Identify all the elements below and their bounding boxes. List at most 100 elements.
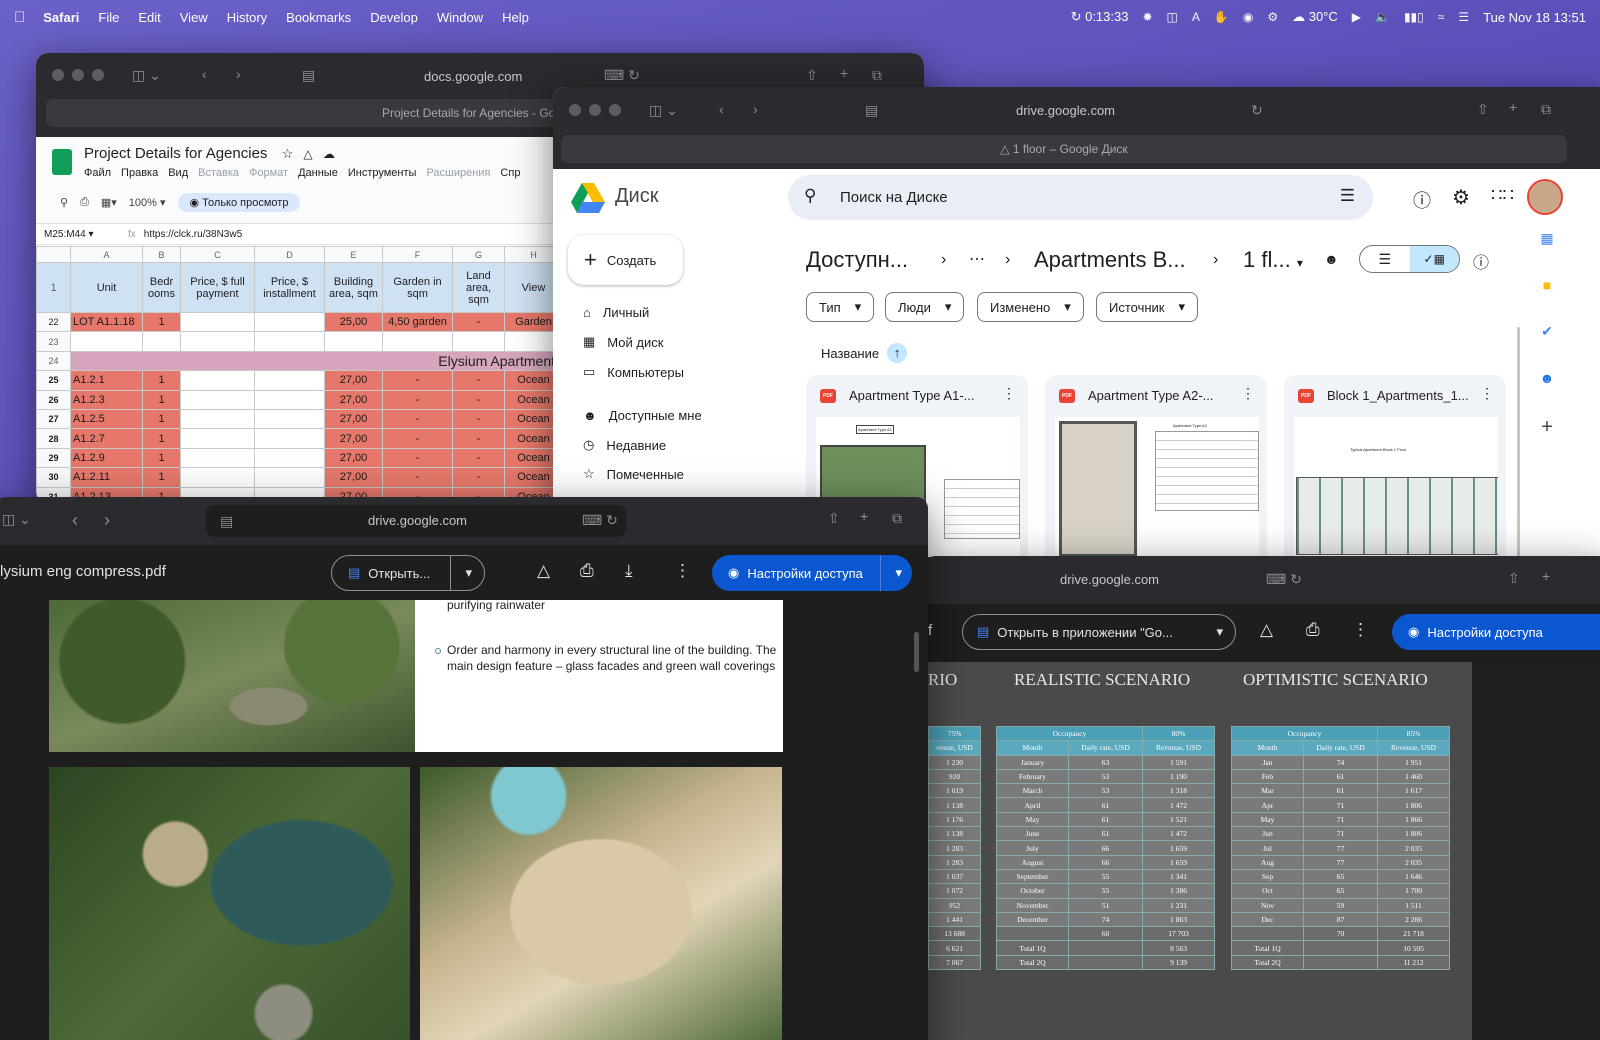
star-icon[interactable]: ☆ [282,146,294,161]
cell[interactable]: LOT A1.1.18 [70,311,143,333]
more-crumbs-icon[interactable]: ⋯ [969,249,985,269]
nav-recent[interactable]: ◷ Недавние [583,437,666,453]
cell[interactable]: 1 [142,428,181,449]
drive-logo-icon[interactable] [571,183,605,213]
help-icon[interactable]: ⓘ [1413,187,1431,213]
nav-my-drive[interactable]: ▦ Мой диск [583,334,663,350]
menu-develop[interactable]: Develop [370,10,418,25]
cloud-icon[interactable]: ☁ [323,147,335,161]
menu-edit[interactable]: Edit [138,10,160,25]
translate-icon[interactable]: ⌨ ↻ [1266,571,1302,588]
cell[interactable]: 1 [142,389,181,410]
cell[interactable]: - [452,467,505,488]
cell[interactable] [452,331,505,352]
pdf-filename[interactable]: lysium eng compress.pdf [0,563,166,580]
menu-view-ru[interactable]: Вид [168,167,188,179]
page-icon[interactable]: ▤ [220,513,233,530]
header-cell[interactable]: Price, $ installment [254,262,325,313]
row-number[interactable]: 28 [36,428,71,449]
cell[interactable] [180,370,255,391]
file-card[interactable]: PDF Block 1_Apartments_1... ⋮ Typical Ap… [1284,375,1506,557]
weather-status[interactable]: ☁ 30°C [1292,9,1338,25]
menu-bookmarks[interactable]: Bookmarks [286,10,351,25]
scrollbar[interactable] [1517,327,1520,557]
page-icon[interactable]: ▤ [865,102,878,119]
tasks-icon[interactable]: ✔ [1541,323,1553,340]
menu-format-ru[interactable]: Формат [249,167,288,179]
more-icon[interactable]: ⋮ [1241,385,1255,402]
header-cell[interactable]: Garden in sqm [382,262,453,313]
header-cell[interactable]: Building area, sqm [324,262,383,313]
menu-window[interactable]: Window [437,10,483,25]
menu-help-ru[interactable]: Спр [500,167,520,179]
col-letter[interactable]: C [180,246,255,263]
avatar[interactable] [1527,179,1563,215]
cell[interactable] [254,467,325,488]
cell[interactable] [180,467,255,488]
header-cell[interactable]: Unit [70,262,143,313]
cell[interactable]: 25,00 [324,311,383,333]
menu-view[interactable]: View [180,10,208,25]
contacts-icon[interactable]: ☻ [1540,370,1555,386]
menu-app[interactable]: Safari [43,10,79,25]
cell[interactable] [180,311,255,333]
header-cell[interactable]: Land area, sqm [452,262,505,313]
cell[interactable]: - [452,447,505,469]
nav-shared[interactable]: ☻ Доступные мне [583,408,702,423]
new-tab-icon[interactable]: + [840,65,848,81]
cell[interactable]: A1.2.3 [70,389,143,410]
menu-edit-ru[interactable]: Правка [121,167,158,179]
print-icon[interactable]: ⎙ [80,196,89,209]
more-icon[interactable]: ⋮ [1352,620,1369,640]
keep-icon[interactable]: ■ [1543,277,1551,293]
cell[interactable]: - [452,389,505,410]
share-icon[interactable]: ⇧ [828,510,840,527]
apple-icon[interactable]:  [14,9,25,26]
filter-people[interactable]: Люди ▾ [885,292,965,322]
cell[interactable]: 4,50 garden [382,311,453,333]
clock[interactable]: Tue Nov 18 13:51 [1483,10,1586,25]
cell[interactable]: A1.2.5 [70,408,143,430]
list-view-icon[interactable]: ☰ [1360,246,1410,272]
create-button[interactable]: + Создать [568,235,683,285]
filter-icon[interactable]: ☰ [1340,186,1355,206]
cell[interactable] [180,428,255,449]
cell[interactable]: - [382,389,453,410]
reload-icon[interactable]: ↻ [1251,102,1263,119]
cell[interactable]: A1.2.9 [70,447,143,469]
share-icon[interactable]: ⇧ [1477,101,1489,118]
cell[interactable]: 27,00 [324,370,383,391]
cell[interactable] [180,408,255,430]
more-icon[interactable]: ⋮ [1480,385,1494,402]
menu-data-ru[interactable]: Данные [298,167,338,179]
share-settings-button[interactable]: ◉ Настройки доступа ▾ [712,555,912,591]
col-letter[interactable]: D [254,246,325,263]
apps-icon[interactable]: ∷∷ [1491,185,1514,206]
col-letter[interactable]: F [382,246,453,263]
nav-starred[interactable]: ☆ Помеченные [583,466,684,482]
cell[interactable]: - [452,428,505,449]
gear-status-icon[interactable]: ⚙ [1267,10,1278,24]
share-settings-button[interactable]: ◉ Настройки доступа [1392,614,1600,650]
nav-personal[interactable]: ⌂ Личный [583,305,649,320]
forward-icon[interactable]: › [236,66,241,82]
cell[interactable]: - [452,370,505,391]
cell[interactable] [254,408,325,430]
doc-title[interactable]: Project Details for Agencies ☆ △ ☁ [84,145,335,162]
cell[interactable]: A1.2.7 [70,428,143,449]
hand-icon[interactable]: ✋ [1214,10,1229,24]
address-bar[interactable]: drive.google.com [1060,572,1159,587]
translate-icon[interactable]: ⌨ ↻ [582,512,618,529]
drive-logo-text[interactable]: Диск [615,185,658,208]
cell[interactable]: - [382,370,453,391]
drive-add-icon[interactable]: △ [537,561,550,581]
search-input[interactable]: Поиск на Диске [840,189,948,206]
tab-drive[interactable]: △ 1 floor – Google Диск [561,135,1567,163]
cell[interactable]: - [382,447,453,469]
row-number[interactable]: 24 [36,350,71,372]
menu-help[interactable]: Help [502,10,529,25]
tabs-icon[interactable]: ⧉ [872,67,882,84]
row-number[interactable]: 30 [36,467,71,488]
cell[interactable]: 1 [142,311,181,333]
new-tab-icon[interactable]: + [860,508,868,524]
